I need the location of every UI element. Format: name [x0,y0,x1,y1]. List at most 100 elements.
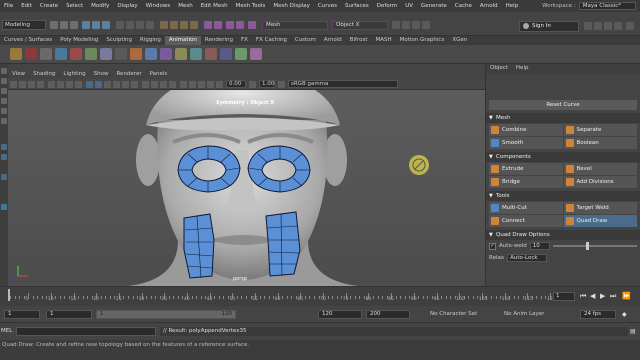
menu-create[interactable]: Create [36,3,62,9]
tab-poly-modeling[interactable]: Poly Modeling [56,36,102,45]
menu-surfaces[interactable]: Surfaces [341,3,373,9]
motion-blur-icon[interactable] [151,81,158,88]
add-divisions-button[interactable]: Add Divisions [563,176,637,188]
step-back-icon[interactable]: ◀ [590,292,595,301]
toolkit-menu-object[interactable]: Object [486,64,512,73]
multi-cut-button[interactable]: Multi-Cut [489,202,563,214]
combine-button[interactable]: Combine [489,124,563,136]
image-plane-icon[interactable] [37,81,44,88]
live-surface-icon[interactable] [214,21,222,29]
history-icon[interactable] [160,21,168,29]
trax-editor-icon[interactable] [55,48,67,60]
panel-menu-view[interactable]: View [8,70,29,79]
single-view-icon[interactable] [1,144,7,150]
attribute-editor-icon[interactable] [594,22,602,30]
current-frame-field[interactable]: 1 [553,292,575,301]
tab-sculpting[interactable]: Sculpting [102,36,136,45]
camera-attr-icon[interactable] [19,81,26,88]
camera-select-icon[interactable] [10,81,17,88]
constraint-icon[interactable] [160,48,172,60]
sign-in-button[interactable]: Sign In [519,21,579,32]
auto-weld-checkbox[interactable]: ✓ [489,242,496,250]
section-tools[interactable]: ▼ Tools [486,191,640,201]
go-to-start-icon[interactable]: ⏮ [580,292,586,301]
wireframe-icon[interactable] [86,81,93,88]
exposure-field[interactable]: 0.00 [226,80,246,88]
bevel-button[interactable]: Bevel [563,163,637,175]
unghost-icon[interactable] [115,48,127,60]
start-time-field[interactable]: 1 [4,310,40,319]
keyframe-icon[interactable] [10,48,22,60]
ipr-render-icon[interactable] [180,21,188,29]
menu-edit-mesh[interactable]: Edit Mesh [197,3,232,9]
panel-menu-shading[interactable]: Shading [29,70,59,79]
shadows-icon[interactable] [131,81,138,88]
tab-custom[interactable]: Custom [291,36,320,45]
menu-select[interactable]: Select [62,3,87,9]
tab-curves-surfaces[interactable]: Curves / Surfaces [0,36,56,45]
open-scene-icon[interactable] [60,21,68,29]
menu-file[interactable]: File [0,3,17,9]
mesh-type-icon[interactable] [226,21,234,29]
workspace-dropdown[interactable]: Maya Classic* [578,2,636,10]
select-hierarchy-icon[interactable] [82,21,90,29]
motion-trail-icon[interactable] [145,48,157,60]
target-weld-button[interactable]: Target Weld [563,202,637,214]
menu-deform[interactable]: Deform [373,3,401,9]
section-components[interactable]: ▼ Components [486,152,640,162]
wireframe-on-shaded-icon[interactable] [104,81,111,88]
toolkit-menu-help[interactable]: Help [512,64,533,73]
tab-animation[interactable]: Animation [164,36,201,45]
new-scene-icon[interactable] [50,21,58,29]
playblast-icon[interactable] [130,48,142,60]
bookmark-icon[interactable] [28,81,35,88]
grid-icon[interactable] [48,81,55,88]
script-editor-icon[interactable]: ▤ [630,327,636,336]
show-channel-box-icon[interactable] [422,21,430,29]
graph-editor-icon[interactable] [25,48,37,60]
snap-point-icon[interactable] [136,21,144,29]
current-time-indicator[interactable] [8,289,10,301]
motion-path-icon[interactable] [85,48,97,60]
tab-xgen[interactable]: XGen [448,36,471,45]
aim-constraint-icon[interactable] [235,48,247,60]
menu-generate[interactable]: Generate [417,3,451,9]
menu-uv[interactable]: UV [401,3,417,9]
lasso-tool-icon[interactable] [1,78,7,84]
bridge-button[interactable]: Bridge [489,176,563,188]
tab-bifrost[interactable]: Bifrost [346,36,372,45]
layout-icon[interactable] [1,174,7,180]
command-input[interactable] [16,327,156,336]
dope-sheet-icon[interactable] [40,48,52,60]
menu-edit[interactable]: Edit [17,3,36,9]
step-forward-icon[interactable]: ⏭ [610,292,616,301]
outliner-icon[interactable] [1,204,7,210]
anim-layer-dropdown[interactable]: No Anim Layer [504,311,544,318]
scale-constraint-icon[interactable] [220,48,232,60]
tab-motion-graphics[interactable]: Motion Graphics [396,36,449,45]
color-management-icon[interactable] [278,81,285,88]
modeling-toolkit-icon[interactable] [626,22,634,30]
panel-menu-show[interactable]: Show [90,70,113,79]
smooth-button[interactable]: Smooth [489,137,563,149]
fps-dropdown[interactable]: 24 fps [580,310,616,319]
tab-mash[interactable]: MASH [371,36,395,45]
live-object-icon[interactable] [236,21,244,29]
select-component-icon[interactable] [102,21,110,29]
gate-mask-icon[interactable] [75,81,82,88]
select-object-icon[interactable] [92,21,100,29]
playback-end-field[interactable]: 120 [318,310,362,319]
xray-components-icon[interactable] [207,81,214,88]
orient-constraint-icon[interactable] [205,48,217,60]
live-type-field[interactable]: Mesh [262,21,328,30]
lights-icon[interactable] [122,81,129,88]
menu-windows[interactable]: Windows [142,3,175,9]
menu-display[interactable]: Display [113,3,141,9]
move-tool-icon[interactable] [1,98,7,104]
tool-settings-icon[interactable] [604,22,612,30]
extrude-button[interactable]: Extrude [489,163,563,175]
select-tool-icon[interactable] [1,68,7,74]
tab-rigging[interactable]: Rigging [136,36,165,45]
show-tool-settings-icon[interactable] [412,21,420,29]
menu-modify[interactable]: Modify [87,3,113,9]
